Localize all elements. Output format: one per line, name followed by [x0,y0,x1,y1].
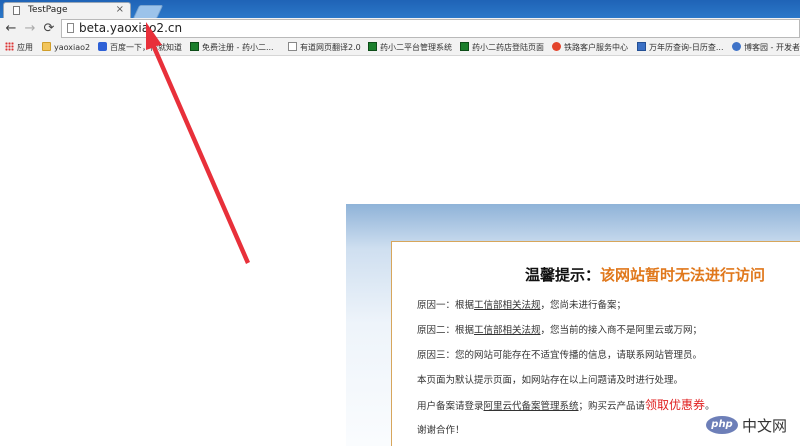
apps-grid-icon [5,42,14,51]
reason-three: 原因三：您的网站可能存在不适宜传播的信息，请联系网站管理员。 [417,350,703,361]
bookmark-register[interactable]: 免费注册 - 药小二... [190,42,274,53]
new-tab-button[interactable] [132,5,164,19]
default-notice-text: 本页面为默认提示页面，如网站存在以上问题请及时进行处理。 [417,375,684,386]
bookmark-baidu[interactable]: 百度一下，你就知道 [98,42,182,53]
folder-icon [42,42,51,51]
bookmark-railway[interactable]: 铁路客户服务中心 [552,42,628,53]
bookmark-yaoxiao2[interactable]: yaoxiao2 [42,42,90,53]
cnblogs-icon [732,42,741,51]
aliyun-filing-link[interactable]: 阿里云代备案管理系统 [484,401,579,412]
watermark-site: 中文网 [742,417,788,435]
reason-two: 原因二：根据工信部相关法规，您当前的接入商不是阿里云或万网； [417,325,703,336]
address-url[interactable]: beta.yaoxiao2.cn [79,21,182,35]
forward-icon[interactable]: → [23,21,37,37]
green-square-icon [368,42,377,51]
thanks-text: 谢谢合作！ [417,425,465,436]
php-logo: php [706,416,738,434]
calendar-icon [637,42,646,51]
arrow-shape [146,22,250,264]
reload-icon[interactable]: ⟳ [42,21,56,37]
tab-close-icon[interactable]: × [116,4,124,15]
notice-page: 温馨提示：该网站暂时无法进行访问 原因一：根据工信部相关法规，您尚未进行备案； … [346,204,800,446]
page-icon [13,6,20,15]
page-icon [67,23,74,33]
page-icon [288,42,297,51]
filing-instructions: 用户备案请登录阿里云代备案管理系统；购买云产品请领取优惠券。 [417,398,715,412]
notice-heading-warning: 该网站暂时无法进行访问 [600,266,766,284]
regulation-link-2[interactable]: 工信部相关法规 [474,325,541,336]
tab-testpage[interactable]: TestPage × [3,2,131,18]
bookmark-youdao[interactable]: 有道网页翻译2.0 [288,42,361,53]
bookmark-cnblogs[interactable]: 博客园 - 开发者 [732,42,800,53]
bookmarks-bar: 应用 yaoxiao2 百度一下，你就知道 免费注册 - 药小二... 有道网页… [0,40,800,56]
regulation-link-1[interactable]: 工信部相关法规 [474,300,541,311]
baidu-icon [98,42,107,51]
reason-one: 原因一：根据工信部相关法规，您尚未进行备案； [417,300,627,311]
bookmark-apps[interactable]: 应用 [5,42,33,53]
green-square-icon [190,42,199,51]
railway-icon [552,42,561,51]
browser-titlebar: TestPage × [0,0,800,19]
browser-toolbar: ← → ⟳ beta.yaoxiao2.cn [0,18,800,40]
bookmark-pharmacy-login[interactable]: 药小二药店登陆页面 [460,42,544,53]
green-square-icon [460,42,469,51]
address-bar[interactable]: beta.yaoxiao2.cn [61,19,800,38]
notice-heading: 温馨提示：该网站暂时无法进行访问 [525,266,766,284]
tab-title: TestPage [28,5,68,15]
bookmark-calendar[interactable]: 万年历查询-日历查... [637,42,724,53]
bookmark-platform-admin[interactable]: 药小二平台管理系统 [368,42,452,53]
coupon-link[interactable]: 领取优惠券 [645,398,705,412]
back-icon[interactable]: ← [4,21,18,37]
watermark: php 中文网 [704,413,800,439]
